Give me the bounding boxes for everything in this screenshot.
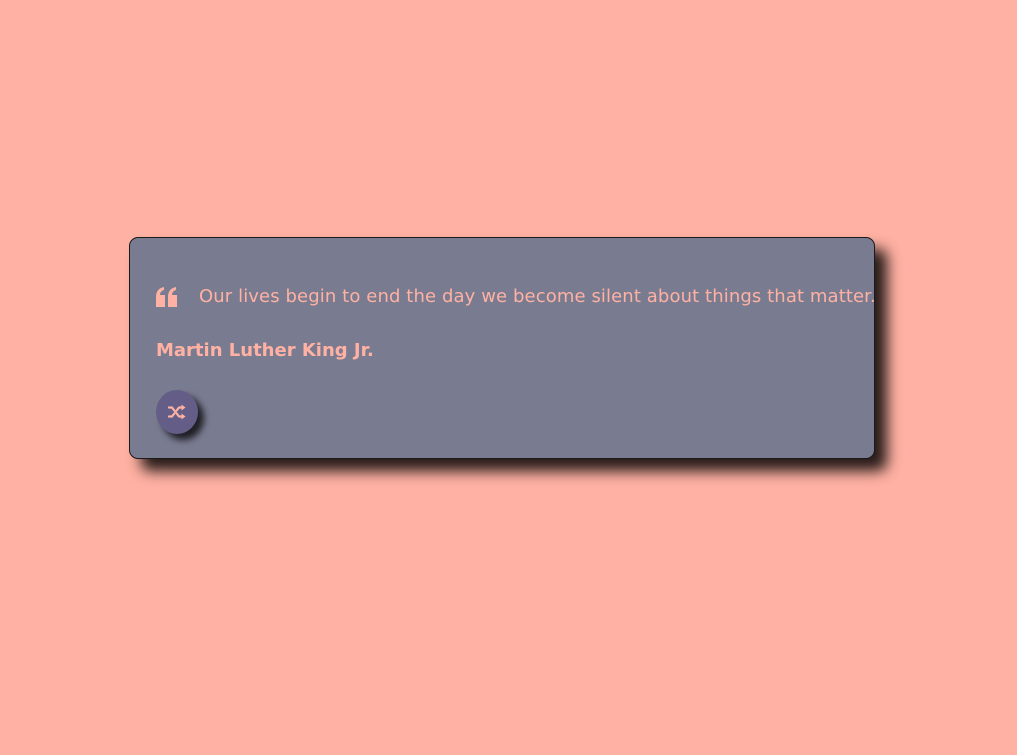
page: Our lives begin to end the day we become… — [0, 0, 1017, 755]
quote-card: Our lives begin to end the day we become… — [129, 237, 876, 459]
shuffle-icon — [168, 404, 186, 420]
quote-text: Our lives begin to end the day we become… — [199, 286, 876, 307]
quote-author: Martin Luther King Jr. — [156, 340, 374, 361]
new-quote-button[interactable] — [156, 390, 198, 434]
quote-row: Our lives begin to end the day we become… — [156, 286, 876, 307]
quote-left-icon — [156, 286, 178, 307]
